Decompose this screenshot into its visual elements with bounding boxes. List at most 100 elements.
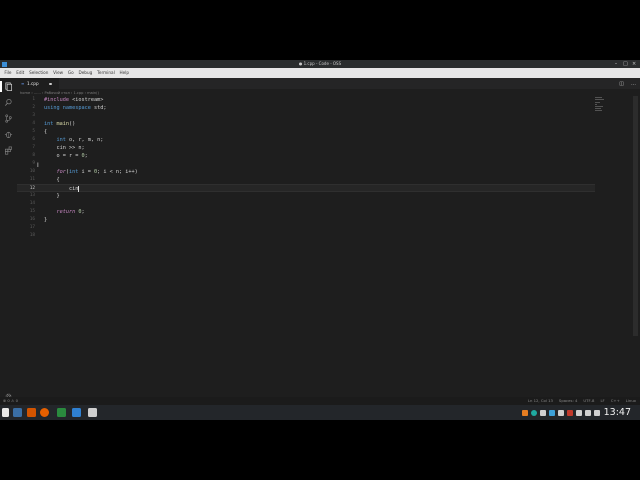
gear-icon[interactable] [4, 386, 13, 400]
taskbar-clock[interactable]: 13:47 [604, 405, 631, 420]
encoding[interactable]: UTF-8 [583, 397, 594, 405]
code-token: o = r = [44, 153, 82, 159]
tray-volume-icon[interactable] [576, 409, 582, 416]
unsaved-dot-icon[interactable] [49, 82, 52, 85]
code-text: return 0; [44, 208, 85, 216]
source-control-icon[interactable] [4, 114, 13, 123]
code-token: } [44, 193, 60, 199]
line-number: 6 [32, 137, 35, 142]
line-number: 16 [29, 217, 35, 222]
mouse-ibeam-cursor: I [37, 162, 39, 169]
menu-go[interactable]: Go [66, 68, 77, 78]
code-line[interactable]: 11 { [17, 176, 595, 184]
indentation[interactable]: Spaces: 4 [559, 397, 577, 405]
tray-clipboard-icon[interactable] [540, 409, 546, 416]
split-editor-icon[interactable]: ◫ [619, 81, 624, 87]
platform[interactable]: Linux [626, 397, 636, 405]
debug-icon[interactable] [4, 130, 13, 139]
minimize-icon[interactable]: – [614, 62, 618, 67]
line-number: 17 [29, 225, 35, 230]
tray-wifi-icon[interactable] [585, 409, 591, 416]
code-token: } [44, 217, 48, 223]
workspace-icon[interactable] [13, 408, 22, 417]
line-number: 14 [29, 201, 35, 206]
gitlab-icon[interactable] [27, 408, 36, 417]
code-token: int [69, 169, 79, 175]
vertical-scrollbar[interactable] [633, 96, 638, 336]
extensions-icon[interactable] [4, 146, 13, 155]
code-line[interactable]: 17 [17, 224, 595, 232]
code-line[interactable]: 12 cin [17, 184, 595, 192]
tray-bluetooth-icon[interactable] [549, 409, 555, 416]
desktop-screen: ● 1.cpp - Code - OSS – □ × File Edit Sel… [0, 60, 640, 420]
menu-view[interactable]: View [51, 68, 66, 78]
code-line[interactable]: 7 cin >> n; [17, 144, 595, 152]
tray-network-icon[interactable] [531, 409, 537, 416]
menu-help[interactable]: Help [117, 68, 131, 78]
system-tray [522, 408, 600, 417]
problems-indicator[interactable]: ⊗ 0 ⚠ 0 [3, 397, 18, 405]
code-line[interactable]: 13 } [17, 192, 595, 200]
code-line[interactable]: 8 o = r = 0; [17, 152, 595, 160]
search-icon[interactable] [4, 98, 13, 107]
files-icon[interactable] [4, 82, 13, 91]
tab-1-cpp[interactable]: ≡ 1.cpp [17, 78, 59, 89]
code-line[interactable]: 10 for(int i = 0; i < n; i++) [17, 168, 595, 176]
code-text: cin >> n; [44, 144, 84, 152]
menu-debug[interactable]: Debug [76, 68, 95, 78]
firefox-icon[interactable] [40, 408, 49, 417]
code-editor[interactable]: 1 #include <iostream> 2 using namespace std… [17, 96, 640, 405]
terminal-icon[interactable] [88, 408, 97, 417]
close-icon[interactable]: × [632, 62, 636, 67]
line-number: 2 [32, 105, 35, 110]
code-text: using namespace std; [44, 104, 106, 112]
start-menu-icon[interactable] [2, 408, 9, 417]
minimap[interactable] [595, 97, 609, 113]
line-ending[interactable]: LF [600, 397, 604, 405]
active-indicator [0, 81, 2, 92]
line-number: 18 [29, 233, 35, 238]
language-mode[interactable]: C++ [611, 397, 620, 405]
menu-selection[interactable]: Selection [27, 68, 51, 78]
cursor-position[interactable]: Ln 12, Col 13 [528, 397, 553, 405]
code-token: ; [84, 153, 88, 159]
menu-terminal[interactable]: Terminal [95, 68, 117, 78]
taskbar: 13:47 [0, 405, 640, 420]
title-bar: ● 1.cpp - Code - OSS – □ × [0, 60, 640, 68]
code-line[interactable]: 3 [17, 112, 595, 120]
code-line[interactable]: 14 [17, 200, 595, 208]
line-number: 5 [32, 129, 35, 134]
menu-edit[interactable]: Edit [14, 68, 27, 78]
code-text: } [44, 216, 47, 224]
vscode-taskbar-icon[interactable] [72, 408, 81, 417]
code-line[interactable]: 2 using namespace std; [17, 104, 595, 112]
code-line[interactable]: 1 #include <iostream> [17, 96, 595, 104]
line-number: 13 [29, 193, 35, 198]
code-line[interactable]: 5{ [17, 128, 595, 136]
file-manager-icon[interactable] [57, 408, 66, 417]
tray-language-flag-icon[interactable] [567, 409, 573, 416]
maximize-icon[interactable]: □ [623, 62, 628, 67]
line-number: 11 [29, 177, 35, 182]
code-text: int main() [44, 120, 75, 128]
line-number: 15 [29, 209, 35, 214]
code-token: for [56, 169, 66, 175]
menu-file[interactable]: File [2, 68, 14, 78]
code-line[interactable]: 6 int o, r, m, n; [17, 136, 595, 144]
code-line[interactable]: 9 [17, 160, 595, 168]
code-line[interactable]: 16} [17, 216, 595, 224]
line-number: 7 [32, 145, 35, 150]
more-actions-icon[interactable]: … [631, 81, 636, 87]
tray-arrow-icon[interactable] [594, 409, 600, 416]
cpp-file-icon: ≡ [21, 80, 25, 86]
code-line[interactable]: 18 [17, 232, 595, 240]
code-line[interactable]: 4 int main() [17, 120, 595, 128]
code-token: { [44, 177, 60, 183]
code-line[interactable]: 15 return 0; [17, 208, 595, 216]
editor-actions: ◫ … [619, 78, 636, 89]
menu-bar: File Edit Selection View Go Debug Termin… [0, 68, 640, 78]
window-title: ● 1.cpp - Code - OSS [298, 61, 342, 66]
tray-app-icon[interactable] [522, 409, 528, 416]
tray-battery-icon[interactable] [558, 409, 564, 416]
